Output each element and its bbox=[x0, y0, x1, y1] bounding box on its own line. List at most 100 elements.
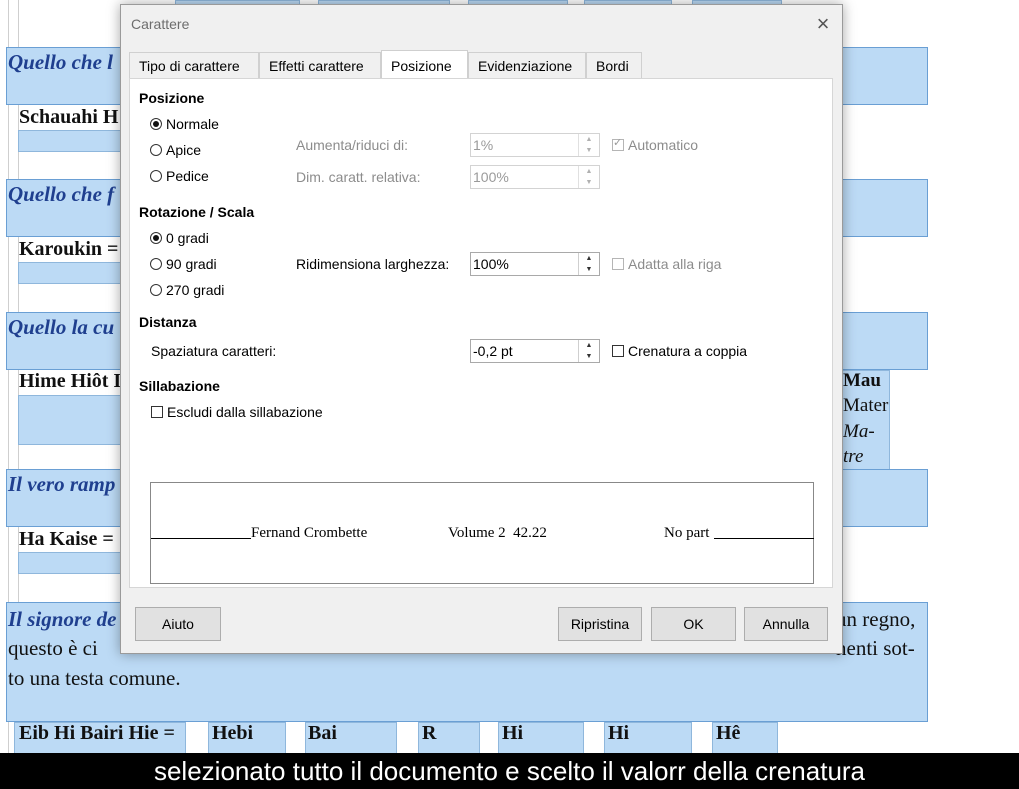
radio-90-degrees[interactable]: 90 gradi bbox=[150, 256, 217, 272]
radio-0-degrees[interactable]: 0 gradi bbox=[150, 230, 209, 246]
checkbox-indicator bbox=[612, 345, 624, 357]
spin-arrows: ▲ ▼ bbox=[578, 166, 599, 188]
checkbox-label: Adatta alla riga bbox=[628, 256, 722, 272]
radio-label: 90 gradi bbox=[166, 256, 217, 272]
doc-line: Karoukin = bbox=[19, 238, 119, 260]
doc-line: Quello che l bbox=[8, 50, 113, 74]
doc-line: to una testa comune. bbox=[8, 666, 181, 690]
font-preview: Fernand Crombette Volume 2 42.22 No part bbox=[150, 482, 814, 584]
scale-width-spinbox[interactable]: 100% ▲ ▼ bbox=[470, 252, 600, 276]
automatic-checkbox[interactable]: Automatico bbox=[612, 136, 699, 153]
radio-label: 270 gradi bbox=[166, 282, 225, 298]
spin-arrows: ▲ ▼ bbox=[578, 340, 599, 362]
spin-up-icon[interactable]: ▲ bbox=[579, 253, 599, 264]
doc-line: Hime Hiôt I bbox=[19, 370, 122, 392]
radio-normal[interactable]: Normale bbox=[150, 116, 219, 132]
character-spacing-spinbox[interactable]: -0,2 pt ▲ ▼ bbox=[470, 339, 600, 363]
doc-line: Il vero ramp bbox=[8, 472, 116, 496]
table-cell bbox=[18, 552, 122, 574]
preview-rule bbox=[151, 538, 251, 539]
tab-font-effects[interactable]: Effetti carattere bbox=[259, 52, 381, 79]
scale-width-value: 100% bbox=[473, 256, 509, 272]
radio-label: 0 gradi bbox=[166, 230, 209, 246]
doc-cell-text: Bai bbox=[308, 722, 337, 744]
ok-button[interactable]: OK bbox=[651, 607, 736, 641]
help-button[interactable]: Aiuto bbox=[135, 607, 221, 641]
table-cell bbox=[18, 262, 122, 284]
spin-down-icon[interactable]: ▼ bbox=[579, 264, 599, 275]
doc-cell-text: Hi bbox=[608, 722, 630, 744]
fit-to-line-checkbox[interactable]: Adatta alla riga bbox=[612, 256, 721, 272]
section-heading-position: Posizione bbox=[139, 90, 205, 106]
tab-highlighting[interactable]: Evidenziazione bbox=[468, 52, 586, 79]
doc-cell-text: tre bbox=[843, 446, 864, 467]
spin-up-icon[interactable]: ▲ bbox=[579, 166, 599, 177]
doc-cell-text: Hi bbox=[502, 722, 524, 744]
radio-label: Pedice bbox=[166, 168, 209, 184]
exclude-hyphenation-checkbox[interactable]: Escludi dalla sillabazione bbox=[151, 404, 323, 420]
doc-line: questo è ci bbox=[8, 636, 98, 660]
radio-indicator bbox=[150, 284, 162, 296]
character-dialog: Carattere × Tipo di carattere Effetti ca… bbox=[120, 4, 843, 654]
radio-indicator bbox=[150, 258, 162, 270]
radio-superscript[interactable]: Apice bbox=[150, 142, 201, 158]
doc-cell-text: Eib Hi Bairi Hie = bbox=[19, 722, 175, 744]
raise-lower-label: Aumenta/riduci di: bbox=[296, 137, 409, 153]
doc-line: Il signore de bbox=[8, 607, 117, 631]
tab-position[interactable]: Posizione bbox=[381, 50, 468, 79]
relative-size-value: 100% bbox=[473, 169, 509, 185]
doc-line: un regno, bbox=[836, 607, 916, 631]
reset-button[interactable]: Ripristina bbox=[558, 607, 642, 641]
table-cell bbox=[18, 395, 122, 445]
checkbox-label: Automatico bbox=[628, 137, 699, 153]
radio-indicator bbox=[150, 118, 162, 130]
spin-down-icon[interactable]: ▼ bbox=[579, 351, 599, 362]
relative-size-spinbox[interactable]: 100% ▲ ▼ bbox=[470, 165, 600, 189]
section-heading-hyphenation: Sillabazione bbox=[139, 378, 220, 394]
doc-cell-text: Ma- bbox=[843, 421, 875, 442]
doc-line: Quello la cu bbox=[8, 315, 115, 339]
table-cell bbox=[18, 130, 122, 152]
doc-cell-text: Mater bbox=[843, 395, 889, 416]
checkbox-label: Crenatura a coppia bbox=[628, 343, 748, 359]
spin-up-icon[interactable]: ▲ bbox=[579, 134, 599, 145]
doc-cell-text: Hê bbox=[716, 722, 741, 744]
doc-cell-text: Hebi bbox=[212, 722, 254, 744]
pair-kerning-checkbox[interactable]: Crenatura a coppia bbox=[612, 343, 747, 359]
tab-font[interactable]: Tipo di carattere bbox=[129, 52, 259, 79]
raise-lower-spinbox[interactable]: 1% ▲ ▼ bbox=[470, 133, 600, 157]
section-heading-rotation: Rotazione / Scala bbox=[139, 204, 255, 220]
scale-width-label: Ridimensiona larghezza: bbox=[296, 256, 450, 272]
close-icon[interactable]: × bbox=[811, 13, 835, 37]
checkbox-indicator bbox=[151, 406, 163, 418]
radio-indicator bbox=[150, 170, 162, 182]
doc-line: Ha Kaise = bbox=[19, 528, 114, 550]
character-spacing-label: Spaziatura caratteri: bbox=[151, 343, 277, 359]
relative-size-label: Dim. caratt. relativa: bbox=[296, 169, 421, 185]
radio-subscript[interactable]: Pedice bbox=[150, 168, 209, 184]
dialog-title: Carattere bbox=[131, 16, 190, 32]
doc-line: Quello che f bbox=[8, 182, 115, 206]
section-heading-spacing: Distanza bbox=[139, 314, 197, 330]
preview-volume: Volume 2 42.22 bbox=[448, 525, 547, 541]
preview-part: No part bbox=[664, 525, 710, 541]
cancel-button[interactable]: Annulla bbox=[744, 607, 828, 641]
character-spacing-value: -0,2 pt bbox=[473, 343, 513, 359]
spin-down-icon[interactable]: ▼ bbox=[579, 145, 599, 156]
doc-line: nenti sot- bbox=[836, 636, 915, 660]
spin-up-icon[interactable]: ▲ bbox=[579, 340, 599, 351]
tab-borders[interactable]: Bordi bbox=[586, 52, 642, 79]
doc-line: Schauahi H bbox=[19, 106, 119, 128]
spin-down-icon[interactable]: ▼ bbox=[579, 177, 599, 188]
preview-rule bbox=[714, 538, 814, 539]
position-panel: Posizione Normale Apice Pedice Aumenta/r… bbox=[129, 78, 833, 588]
radio-270-degrees[interactable]: 270 gradi bbox=[150, 282, 224, 298]
checkbox-label: Escludi dalla sillabazione bbox=[167, 404, 323, 420]
checkbox-indicator bbox=[612, 136, 624, 151]
preview-author: Fernand Crombette bbox=[251, 525, 368, 541]
checkbox-indicator bbox=[612, 258, 624, 270]
radio-indicator bbox=[150, 232, 162, 244]
doc-cell-text: R bbox=[422, 722, 437, 744]
video-caption: selezionato tutto il documento e scelto … bbox=[0, 753, 1019, 789]
radio-label: Apice bbox=[166, 142, 202, 158]
